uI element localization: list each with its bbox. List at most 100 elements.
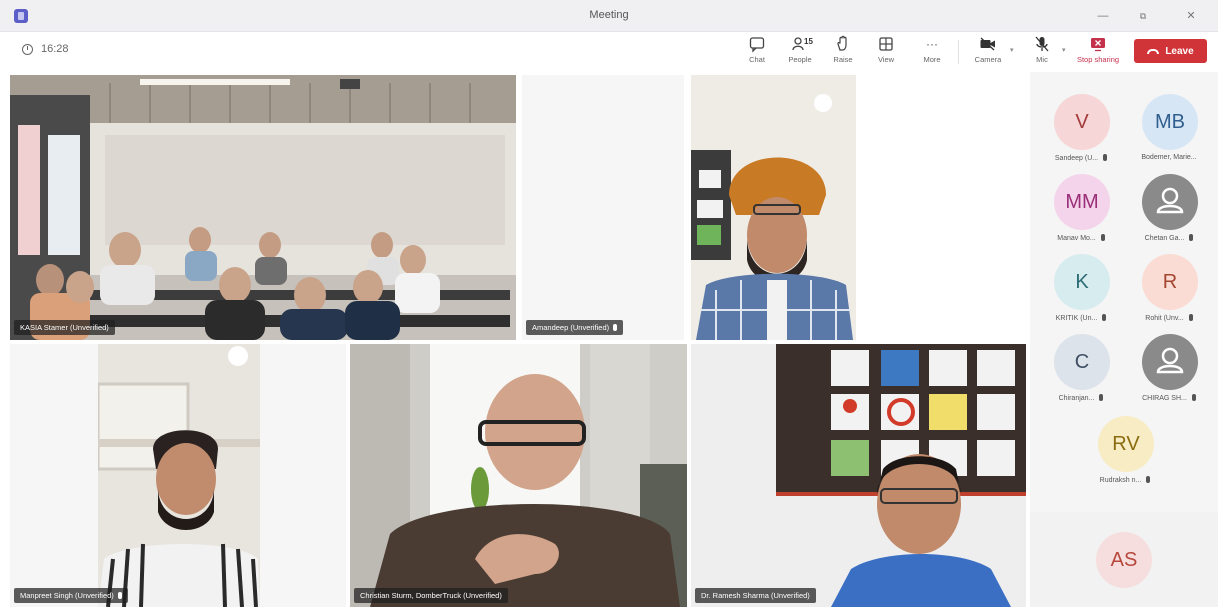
stop-sharing-button[interactable]: Stop sharing bbox=[1072, 35, 1124, 69]
participant-avatar bbox=[1142, 334, 1198, 390]
mic-icon bbox=[1191, 394, 1196, 401]
participant-name-label: Sandeep (U... bbox=[1038, 154, 1124, 162]
mic-icon bbox=[1146, 476, 1151, 483]
participant-name-label: KRITIK (Un... bbox=[1038, 314, 1124, 322]
person-icon bbox=[1156, 187, 1184, 214]
participant-name-label: CHIRAG SH... bbox=[1126, 394, 1212, 402]
participant-item[interactable]: V Sandeep (U... bbox=[1038, 94, 1124, 176]
chat-icon bbox=[749, 37, 765, 53]
camera-options-chevron-icon[interactable]: ▾ bbox=[1010, 46, 1014, 54]
participant-item[interactable]: C Chiranjan... bbox=[1038, 334, 1124, 416]
participant-name: Amandeep (Unverified) bbox=[532, 323, 610, 332]
minimize-button[interactable]: — bbox=[1090, 6, 1116, 26]
ellipsis-icon: ··· bbox=[926, 37, 938, 51]
participant-name-label: Rohit (Unv... bbox=[1126, 314, 1212, 322]
meeting-toolbar: 16:28 Chat 15 People Raise View ··· More… bbox=[0, 32, 1218, 72]
mic-icon bbox=[1100, 234, 1105, 241]
participant-name: KASIA Stamer (Unverified) bbox=[20, 323, 109, 332]
raise-label: Raise bbox=[833, 55, 853, 64]
camera-label: Camera bbox=[974, 55, 1002, 64]
video-stage: KASIA Stamer (Unverified) Amandeep (Unve… bbox=[0, 72, 1218, 607]
close-button[interactable]: ✕ bbox=[1178, 6, 1204, 26]
participant-avatar: K bbox=[1054, 254, 1110, 310]
participant-item[interactable]: MM Manav Mo... bbox=[1038, 174, 1124, 256]
camera-icon bbox=[980, 37, 995, 51]
more-button[interactable]: ··· More bbox=[912, 35, 952, 69]
tile-name-tag: KASIA Stamer (Unverified) bbox=[14, 320, 115, 335]
window-title: Meeting bbox=[589, 9, 629, 21]
participant-name-label: Bodemer, Marie... bbox=[1141, 154, 1197, 161]
participant-gallery: V Sandeep (U... MB Bodemer, Marie... MM … bbox=[1030, 72, 1218, 512]
participant-item[interactable]: CHIRAG SH... bbox=[1126, 334, 1212, 416]
meeting-timer: 16:28 bbox=[22, 43, 69, 55]
video-tile-classroom[interactable]: KASIA Stamer (Unverified) bbox=[10, 75, 516, 340]
video-tile-ramesh[interactable]: Dr. Ramesh Sharma (Unverified) bbox=[691, 344, 1026, 607]
participant-avatar: R bbox=[1142, 254, 1198, 310]
raise-hand-button[interactable]: Raise bbox=[823, 35, 863, 69]
leave-label: Leave bbox=[1165, 45, 1194, 57]
mic-icon bbox=[117, 592, 122, 599]
leave-button[interactable]: Leave bbox=[1134, 39, 1207, 63]
person-icon bbox=[1156, 347, 1184, 374]
clock-icon bbox=[22, 43, 33, 55]
hand-icon bbox=[837, 35, 847, 51]
participant-avatar: V bbox=[1054, 94, 1110, 150]
chat-label: Chat bbox=[749, 55, 765, 64]
title-bar: Meeting — ⧉ ✕ bbox=[0, 0, 1218, 32]
mic-icon bbox=[1188, 314, 1193, 321]
participant-name: Christian Sturm, DomberTruck (Unverified… bbox=[360, 591, 502, 600]
view-label: View bbox=[877, 55, 895, 64]
share-screen-icon bbox=[1091, 38, 1105, 52]
participant-item[interactable]: R Rohit (Unv... bbox=[1126, 254, 1212, 336]
participant-name-label: Manav Mo... bbox=[1038, 234, 1124, 242]
overflow-participant-tile[interactable]: AS bbox=[1030, 512, 1218, 607]
participant-name-label: Chetan Ga... bbox=[1126, 234, 1212, 242]
restore-button[interactable]: ⧉ bbox=[1130, 6, 1156, 26]
mic-label: Mic bbox=[1036, 55, 1048, 64]
chat-button[interactable]: Chat bbox=[737, 35, 777, 69]
christian-video-frame bbox=[350, 344, 687, 607]
mic-button[interactable]: Mic bbox=[1022, 35, 1062, 69]
participant-name: Manpreet Singh (Unverified) bbox=[20, 591, 114, 600]
video-tile-manpreet[interactable]: Manpreet Singh (Unverified) bbox=[10, 344, 346, 607]
tile-name-tag: Christian Sturm, DomberTruck (Unverified… bbox=[354, 588, 508, 603]
mic-icon bbox=[1102, 314, 1107, 321]
people-button[interactable]: 15 People bbox=[780, 35, 820, 69]
toolbar-divider bbox=[958, 40, 959, 64]
mic-icon bbox=[1099, 394, 1104, 401]
tile-name-tag: Amandeep (Unverified) bbox=[526, 320, 624, 335]
participant-avatar: RV bbox=[1098, 416, 1154, 472]
participant-avatar: AS bbox=[1096, 532, 1152, 588]
camera-button[interactable]: Camera bbox=[968, 35, 1008, 69]
phone-icon bbox=[1147, 48, 1160, 54]
view-button[interactable]: View bbox=[866, 35, 906, 69]
grid-icon bbox=[879, 37, 893, 51]
participant-item[interactable]: RV Rudraksh n... bbox=[1082, 416, 1168, 498]
participant-name-label: Chiranjan... bbox=[1038, 394, 1124, 402]
participant-name: Dr. Ramesh Sharma (Unverified) bbox=[701, 591, 810, 600]
participant-item[interactable]: MB Bodemer, Marie... bbox=[1126, 94, 1212, 176]
participant-name-label: Rudraksh n... bbox=[1082, 476, 1168, 484]
classroom-video-frame bbox=[10, 75, 516, 340]
participant-avatar bbox=[1142, 174, 1198, 230]
participant-avatar: MB bbox=[1142, 94, 1198, 150]
tile-name-tag: Dr. Ramesh Sharma (Unverified) bbox=[695, 588, 816, 603]
mic-options-chevron-icon[interactable]: ▾ bbox=[1062, 46, 1066, 54]
video-tile-christian[interactable]: Christian Sturm, DomberTruck (Unverified… bbox=[350, 344, 687, 607]
video-tile-amandeep[interactable]: Amandeep (Unverified) bbox=[522, 75, 684, 340]
meeting-duration: 16:28 bbox=[41, 43, 69, 55]
mic-icon bbox=[1189, 234, 1194, 241]
mic-muted-icon bbox=[1035, 36, 1049, 52]
more-label: More bbox=[923, 55, 941, 64]
participant-avatar: MM bbox=[1054, 174, 1110, 230]
participant-avatar: C bbox=[1054, 334, 1110, 390]
people-count-badge: 15 bbox=[804, 37, 813, 46]
participant-item[interactable]: K KRITIK (Un... bbox=[1038, 254, 1124, 336]
tile-name-tag: Manpreet Singh (Unverified) bbox=[14, 588, 128, 603]
ramesh-video-frame bbox=[691, 344, 1026, 607]
participant-item[interactable]: Chetan Ga... bbox=[1126, 174, 1212, 256]
teams-meeting-window: Meeting — ⧉ ✕ 16:28 Chat 15 People Raise… bbox=[0, 0, 1218, 607]
amandeep-video-frame bbox=[691, 75, 856, 340]
stop-sharing-label: Stop sharing bbox=[1076, 55, 1120, 64]
mic-icon bbox=[1103, 154, 1108, 161]
